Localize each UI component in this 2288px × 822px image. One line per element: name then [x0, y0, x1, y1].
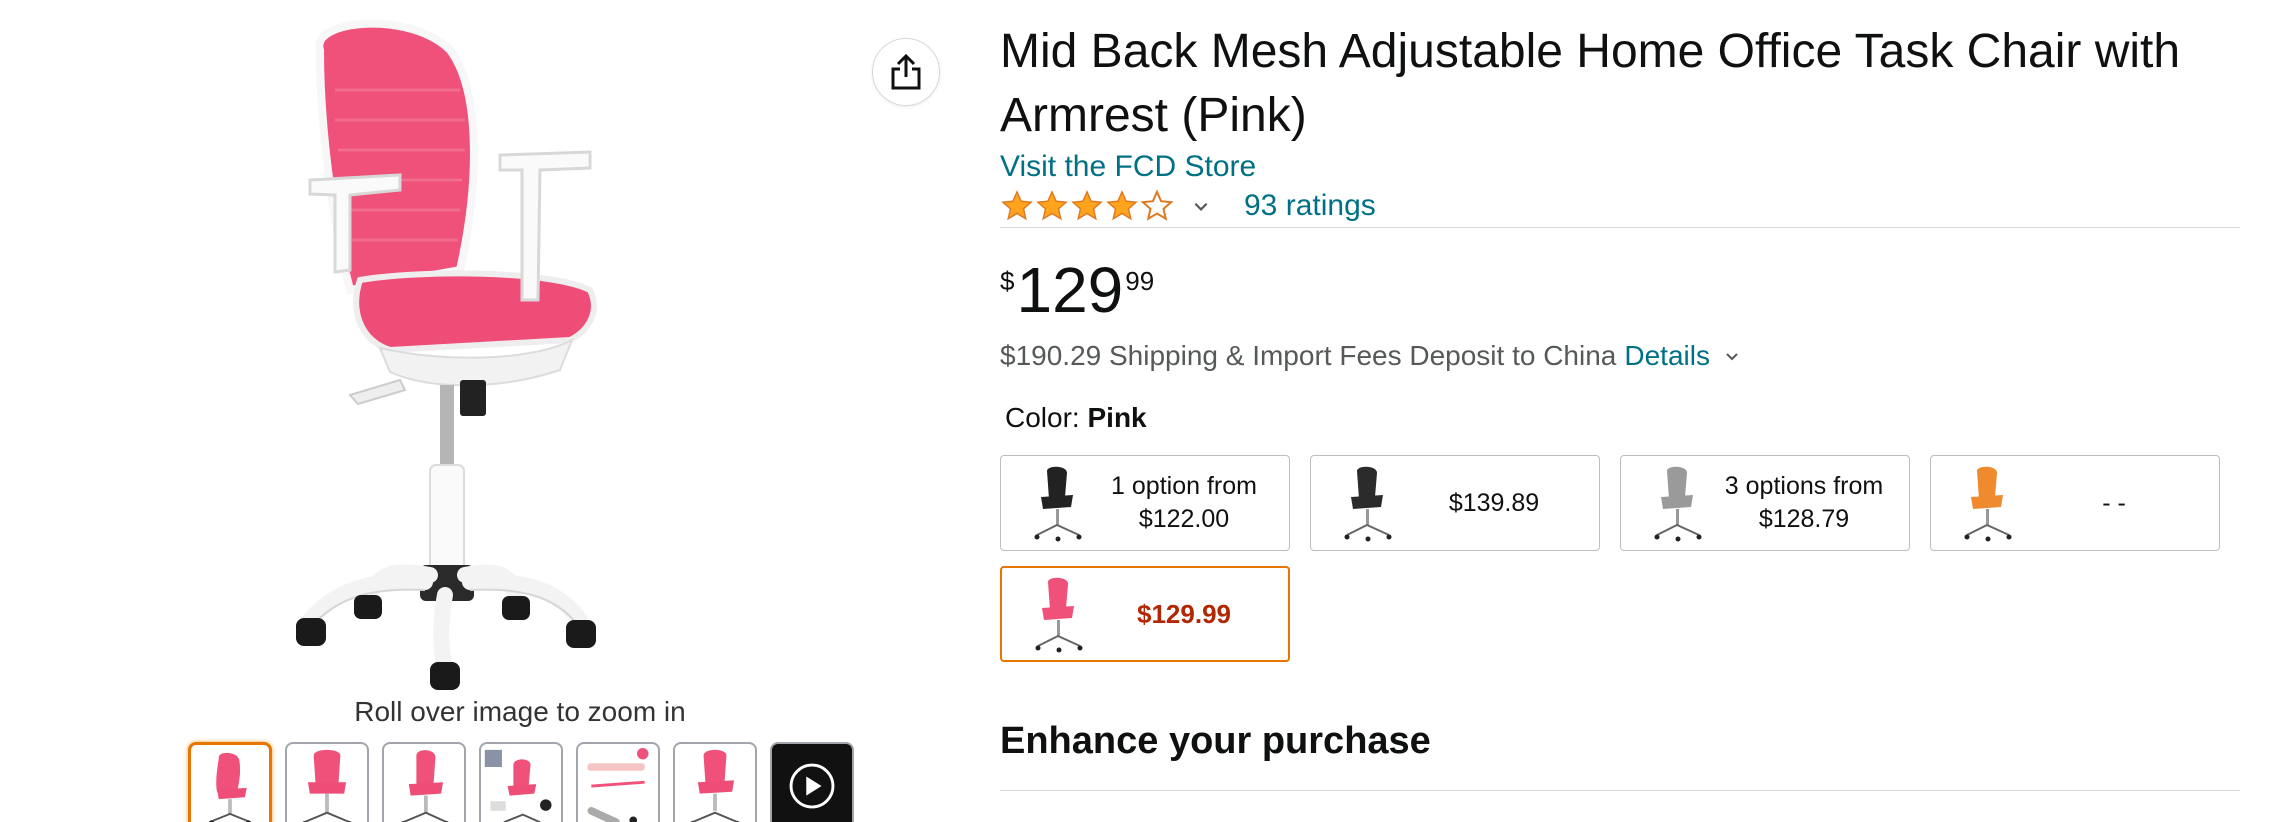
star-full-icon: [1071, 190, 1103, 221]
star-empty-icon: [1140, 189, 1174, 221]
chair-thumbnail: [1654, 466, 1702, 542]
thumbnail-2[interactable]: [285, 742, 369, 822]
swatch-price-line1: - -: [2102, 488, 2126, 517]
chevron-down-icon[interactable]: [1724, 348, 1740, 364]
rating-row: 93 ratings: [1000, 184, 1376, 228]
share-button[interactable]: [872, 38, 940, 106]
star-rating[interactable]: [1000, 189, 1174, 223]
thumbnail-1[interactable]: [188, 742, 272, 822]
thumbnail-5[interactable]: [576, 742, 660, 822]
ratings-count-link[interactable]: 93 ratings: [1244, 189, 1376, 223]
star-full-icon: [1001, 190, 1033, 221]
price-fraction: 99: [1125, 266, 1155, 296]
swatch-price: - -: [2023, 487, 2219, 520]
share-icon: [891, 53, 921, 90]
swatch-price-line1: 1 option from: [1111, 472, 1257, 500]
chair-thumbnail: [1034, 466, 1082, 542]
price-whole: 129: [1016, 254, 1124, 326]
color-label: Color: Pink: [1005, 402, 1147, 434]
thumbnail-strip: [188, 742, 854, 822]
thumbnail-4[interactable]: [479, 742, 563, 822]
thumbnail-6[interactable]: [673, 742, 757, 822]
swatch-price: $139.89: [1403, 487, 1599, 520]
color-selected-value: Pink: [1087, 402, 1147, 433]
swatch-price-line2: $128.79: [1758, 505, 1850, 533]
price: $ 129 99: [1000, 250, 1154, 330]
chair-thumbnail: [1964, 466, 2012, 542]
star-full-icon: [1036, 190, 1068, 221]
swatch-price: $129.99: [1094, 598, 1288, 631]
swatch-price-line1: 3 options from: [1724, 472, 1884, 500]
store-link[interactable]: Visit the FCD Store: [1000, 150, 1256, 184]
product-title: Mid Back Mesh Adjustable Home Office Tas…: [1000, 25, 2181, 142]
price-symbol: $: [1000, 266, 1015, 296]
star-full-icon: [1106, 190, 1138, 221]
swatch-price-line1: $139.89: [1448, 488, 1540, 517]
shipping-details-link[interactable]: Details: [1624, 340, 1710, 372]
divider: [1000, 790, 2240, 791]
thumbnail-video[interactable]: [770, 742, 854, 822]
zoom-hint: Roll over image to zoom in: [354, 696, 686, 727]
main-product-image[interactable]: [290, 10, 750, 700]
color-swatch[interactable]: - -: [1930, 455, 2220, 551]
chair-thumbnail: [1344, 466, 1392, 542]
divider: [1000, 227, 2240, 228]
chevron-down-icon[interactable]: [1192, 197, 1210, 215]
shipping-text: $190.29 Shipping & Import Fees Deposit t…: [1000, 340, 1617, 371]
swatch-price: 1 option from $122.00: [1093, 470, 1289, 536]
swatch-price-line1: $129.99: [1137, 598, 1231, 629]
shipping-info: $190.29 Shipping & Import Fees Deposit t…: [1000, 340, 1740, 372]
swatch-price: 3 options from $128.79: [1713, 470, 1909, 536]
thumbnail-3[interactable]: [382, 742, 466, 822]
enhance-heading: Enhance your purchase: [1000, 720, 1431, 762]
chair-thumbnail: [1035, 577, 1083, 653]
color-swatch[interactable]: $129.99: [1000, 566, 1290, 662]
swatch-price-line2: $122.00: [1138, 505, 1230, 533]
color-swatch[interactable]: 3 options from $128.79: [1620, 455, 1910, 551]
color-swatch[interactable]: $139.89: [1310, 455, 1600, 551]
color-label-text: Color:: [1005, 402, 1080, 433]
color-swatch[interactable]: 1 option from $122.00: [1000, 455, 1290, 551]
